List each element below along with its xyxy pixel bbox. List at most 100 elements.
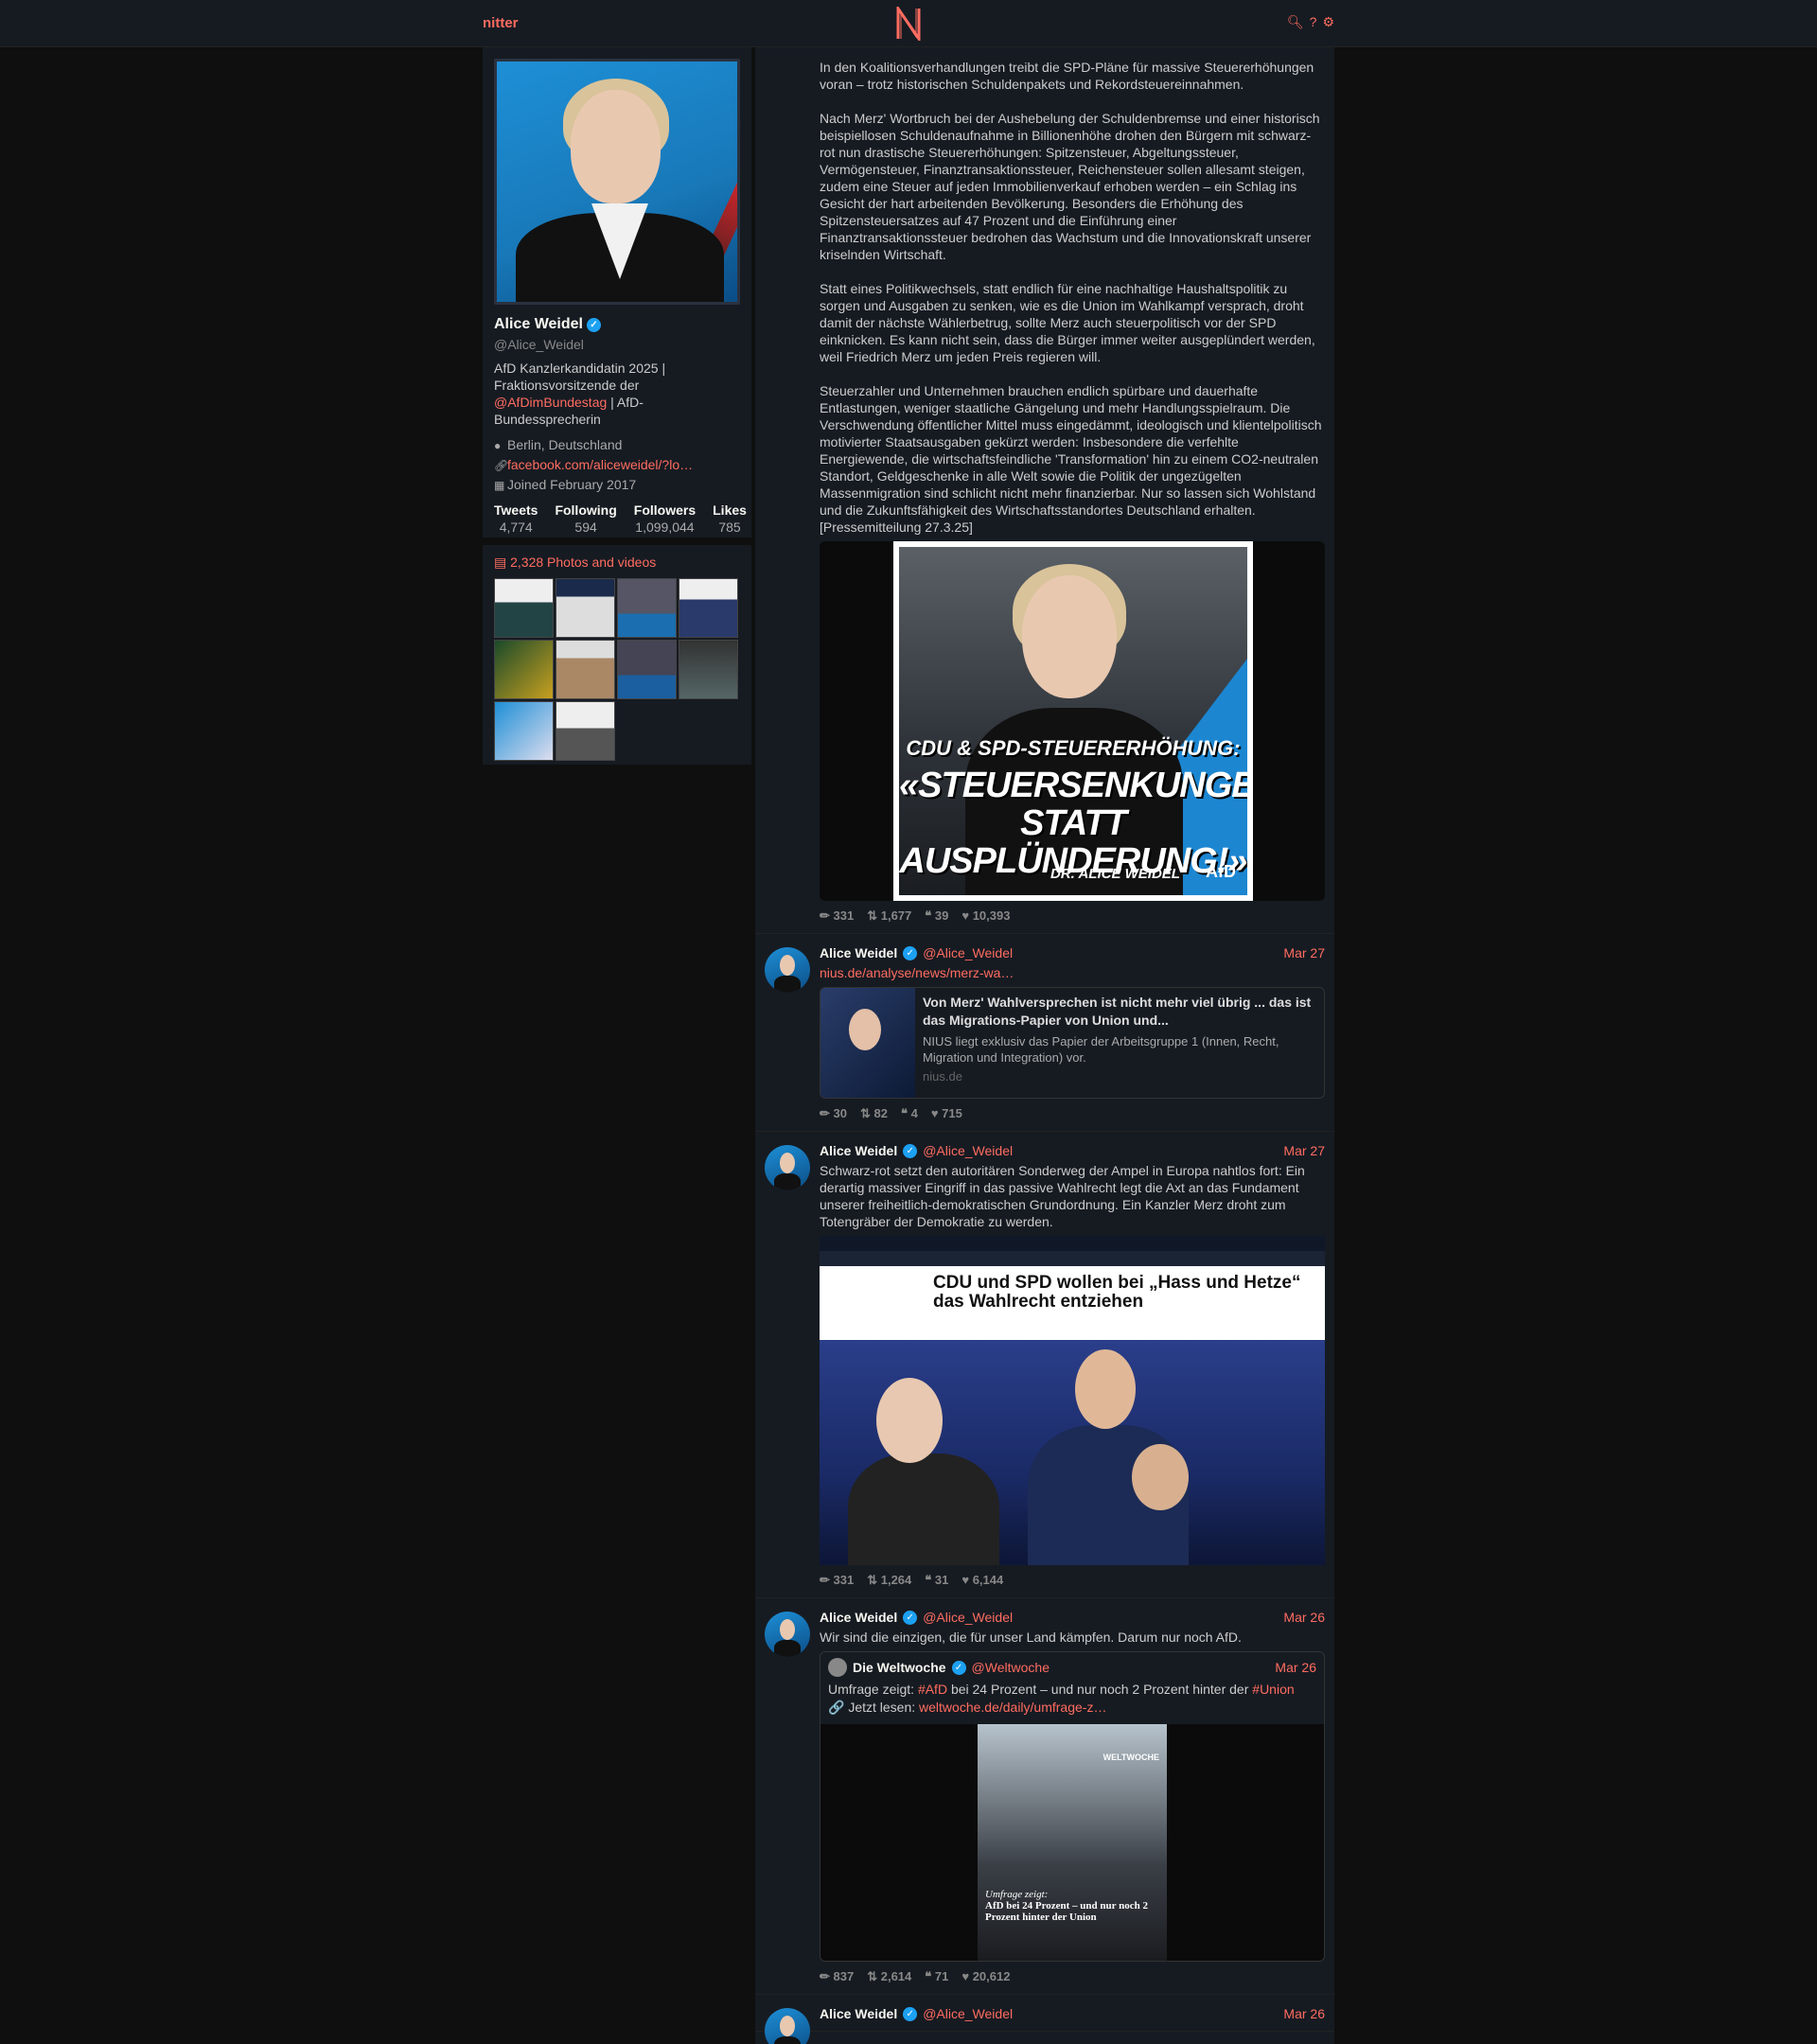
quoted-tweet[interactable]: Die Weltwoche ✓ @Weltwoche Mar 26 Umfrag… xyxy=(820,1651,1325,1962)
tweet-stats: ✏︎ 837 ⇅ 2,614 ❝ 71 ♥ 20,612 xyxy=(820,1969,1325,1984)
poster-headline: «STEUERSENKUNGEN STATT AUSPLÜNDERUNG!» xyxy=(899,766,1247,881)
like-stat[interactable]: ♥ 10,393 xyxy=(961,908,1010,924)
like-stat[interactable]: ♥ 715 xyxy=(931,1106,962,1121)
retweet-stat[interactable]: ⇅ 82 xyxy=(860,1106,888,1121)
quote-avatar[interactable] xyxy=(828,1658,847,1677)
quote-stat[interactable]: ❝ 31 xyxy=(925,1573,948,1588)
quote-date[interactable]: Mar 26 xyxy=(1275,1660,1316,1675)
quote-icon: ❝ xyxy=(900,1106,911,1120)
retweet-stat[interactable]: ⇅ 2,614 xyxy=(867,1969,911,1984)
tweet-avatar[interactable] xyxy=(765,2008,810,2044)
photo-thumb[interactable] xyxy=(556,701,615,761)
profile-website-link[interactable]: facebook.com/aliceweidel/?lo… xyxy=(507,457,693,472)
tweet-author-name[interactable]: Alice Weidel xyxy=(820,1143,897,1158)
photo-thumb[interactable] xyxy=(617,640,677,699)
stat-likes[interactable]: Likes 785 xyxy=(713,502,747,535)
tweet-author-name[interactable]: Alice Weidel xyxy=(820,945,897,960)
timeline: In den Koalitionsverhandlungen treibt di… xyxy=(755,47,1334,2044)
tweet[interactable]: Alice Weidel ✓ @Alice_Weidel Mar 27 nius… xyxy=(755,934,1334,1132)
quote-image[interactable]: WELTWOCHE Umfrage zeigt: AfD bei 24 Proze… xyxy=(820,1724,1324,1961)
image-icon: ▤ xyxy=(494,555,511,570)
like-stat[interactable]: ♥ 20,612 xyxy=(961,1969,1010,1984)
verified-icon: ✓ xyxy=(586,317,601,332)
tweet-link[interactable]: nius.de/analyse/news/merz-wa… xyxy=(820,965,1014,980)
tweet-date[interactable]: Mar 26 xyxy=(1283,1610,1325,1625)
tweet-author-name[interactable]: Alice Weidel xyxy=(820,1610,897,1625)
photo-thumb[interactable] xyxy=(494,640,554,699)
quote-link[interactable]: weltwoche.de/daily/umfrage-z… xyxy=(919,1700,1106,1715)
hashtag-link[interactable]: #Union xyxy=(1252,1682,1294,1697)
bio-text: AfD Kanzlerkandidatin 2025 | Fraktionsvo… xyxy=(494,361,666,393)
photo-thumb[interactable] xyxy=(679,640,738,699)
hashtag-link[interactable]: #AfD xyxy=(918,1682,947,1697)
tweet[interactable]: Alice Weidel ✓ @Alice_Weidel Mar 27 Schw… xyxy=(755,1132,1334,1598)
profile-avatar[interactable] xyxy=(494,59,740,305)
photo-thumb[interactable] xyxy=(617,578,677,638)
search-icon[interactable]: 🔍︎ xyxy=(1287,14,1304,30)
link-card-title: Von Merz' Wahlversprechen ist nicht mehr… xyxy=(923,995,1312,1028)
link-icon: 🔗︎ xyxy=(494,459,509,472)
nitter-logo-icon[interactable] xyxy=(894,7,923,41)
retweet-stat[interactable]: ⇅ 1,264 xyxy=(867,1573,911,1588)
tweet-date[interactable]: Mar 26 xyxy=(1283,2006,1325,2021)
reply-stat[interactable]: ✏︎ 30 xyxy=(820,1106,847,1121)
photo-thumb[interactable] xyxy=(679,578,738,638)
profile-card: Alice Weidel ✓ @Alice_Weidel AfD Kanzler… xyxy=(483,47,751,537)
photo-thumb[interactable] xyxy=(494,701,554,761)
location-icon: ● xyxy=(494,439,502,452)
tweet-author-handle[interactable]: @Alice_Weidel xyxy=(923,945,1013,960)
tweet-date[interactable]: Mar 27 xyxy=(1283,1143,1325,1158)
photo-thumb[interactable] xyxy=(556,578,615,638)
link-card-domain: nius.de xyxy=(923,1069,962,1084)
settings-icon[interactable]: ⚙ xyxy=(1322,14,1334,30)
tweet-author-handle[interactable]: @Alice_Weidel xyxy=(923,1610,1013,1625)
tweet-image[interactable]: CDU und SPD wollen bei „Hass und Hetze“ … xyxy=(820,1236,1325,1565)
photo-rail-title[interactable]: ▤ 2,328 Photos and videos xyxy=(494,555,656,570)
tweet-image[interactable]: CDU & SPD-STEUERERHÖHUNG: «STEUERSENKUNG… xyxy=(820,541,1325,901)
tweet[interactable]: In den Koalitionsverhandlungen treibt di… xyxy=(755,47,1334,934)
quote-author-handle[interactable]: @Weltwoche xyxy=(972,1660,1050,1675)
comment-icon: ✏︎ xyxy=(820,1573,834,1587)
tweet-author-handle[interactable]: @Alice_Weidel xyxy=(923,1143,1013,1158)
retweet-icon: ⇅ xyxy=(867,908,881,923)
verified-icon: ✓ xyxy=(903,1143,918,1158)
retweet-icon: ⇅ xyxy=(867,1573,881,1587)
brand-link[interactable]: nitter xyxy=(483,15,519,31)
tweet-text: Wir sind die einzigen, die für unser Lan… xyxy=(820,1630,1242,1645)
verified-icon: ✓ xyxy=(951,1660,966,1675)
quote-stat[interactable]: ❝ 71 xyxy=(925,1969,948,1984)
quote-stat[interactable]: ❝ 4 xyxy=(901,1106,918,1121)
profile-name: Alice Weidel ✓ xyxy=(494,316,740,333)
photo-thumb[interactable] xyxy=(494,578,554,638)
tweet-stats: ✏︎ 30 ⇅ 82 ❝ 4 ♥ 715 xyxy=(820,1106,1325,1121)
profile-location: Berlin, Deutschland xyxy=(507,437,623,452)
like-stat[interactable]: ♥ 6,144 xyxy=(961,1573,1003,1588)
quote-stat[interactable]: ❝ 39 xyxy=(925,908,948,924)
tweet[interactable]: Alice Weidel ✓ @Alice_Weidel Mar 26 xyxy=(755,1995,1334,2044)
stat-followers[interactable]: Followers 1,099,044 xyxy=(634,502,696,535)
tweet-text: Schwarz-rot setzt den autoritären Sonder… xyxy=(820,1163,1309,1229)
retweet-stat[interactable]: ⇅ 1,677 xyxy=(867,908,911,924)
heart-icon: ♥ xyxy=(961,1969,973,1983)
tweet-avatar[interactable] xyxy=(765,947,810,993)
photo-thumb[interactable] xyxy=(556,640,615,699)
quote-author-name[interactable]: Die Weltwoche xyxy=(853,1660,946,1675)
tweet-author-handle[interactable]: @Alice_Weidel xyxy=(923,2006,1013,2021)
stat-tweets[interactable]: Tweets 4,774 xyxy=(494,502,538,535)
tweet-author-name[interactable]: Alice Weidel xyxy=(820,2006,897,2021)
tweet-date[interactable]: Mar 27 xyxy=(1283,945,1325,960)
reply-stat[interactable]: ✏︎ 331 xyxy=(820,908,854,924)
help-icon[interactable]: ? xyxy=(1310,14,1317,30)
stat-following[interactable]: Following 594 xyxy=(555,502,616,535)
poster-line-1: CDU & SPD-STEUERERHÖHUNG: xyxy=(906,736,1241,760)
tweet-avatar[interactable] xyxy=(765,1145,810,1190)
photo-rail-grid xyxy=(494,578,740,761)
tweet-avatar[interactable] xyxy=(765,1612,810,1657)
tweet[interactable]: Alice Weidel ✓ @Alice_Weidel Mar 26 Wir … xyxy=(755,1598,1334,1995)
heart-icon: ♥ xyxy=(961,908,973,923)
reply-stat[interactable]: ✏︎ 331 xyxy=(820,1573,854,1588)
reply-stat[interactable]: ✏︎ 837 xyxy=(820,1969,854,1984)
link-card[interactable]: Von Merz' Wahlversprechen ist nicht mehr… xyxy=(820,987,1325,1099)
heart-icon: ♥ xyxy=(930,1106,943,1120)
bio-mention-link[interactable]: @AfDimBundestag xyxy=(494,395,607,410)
